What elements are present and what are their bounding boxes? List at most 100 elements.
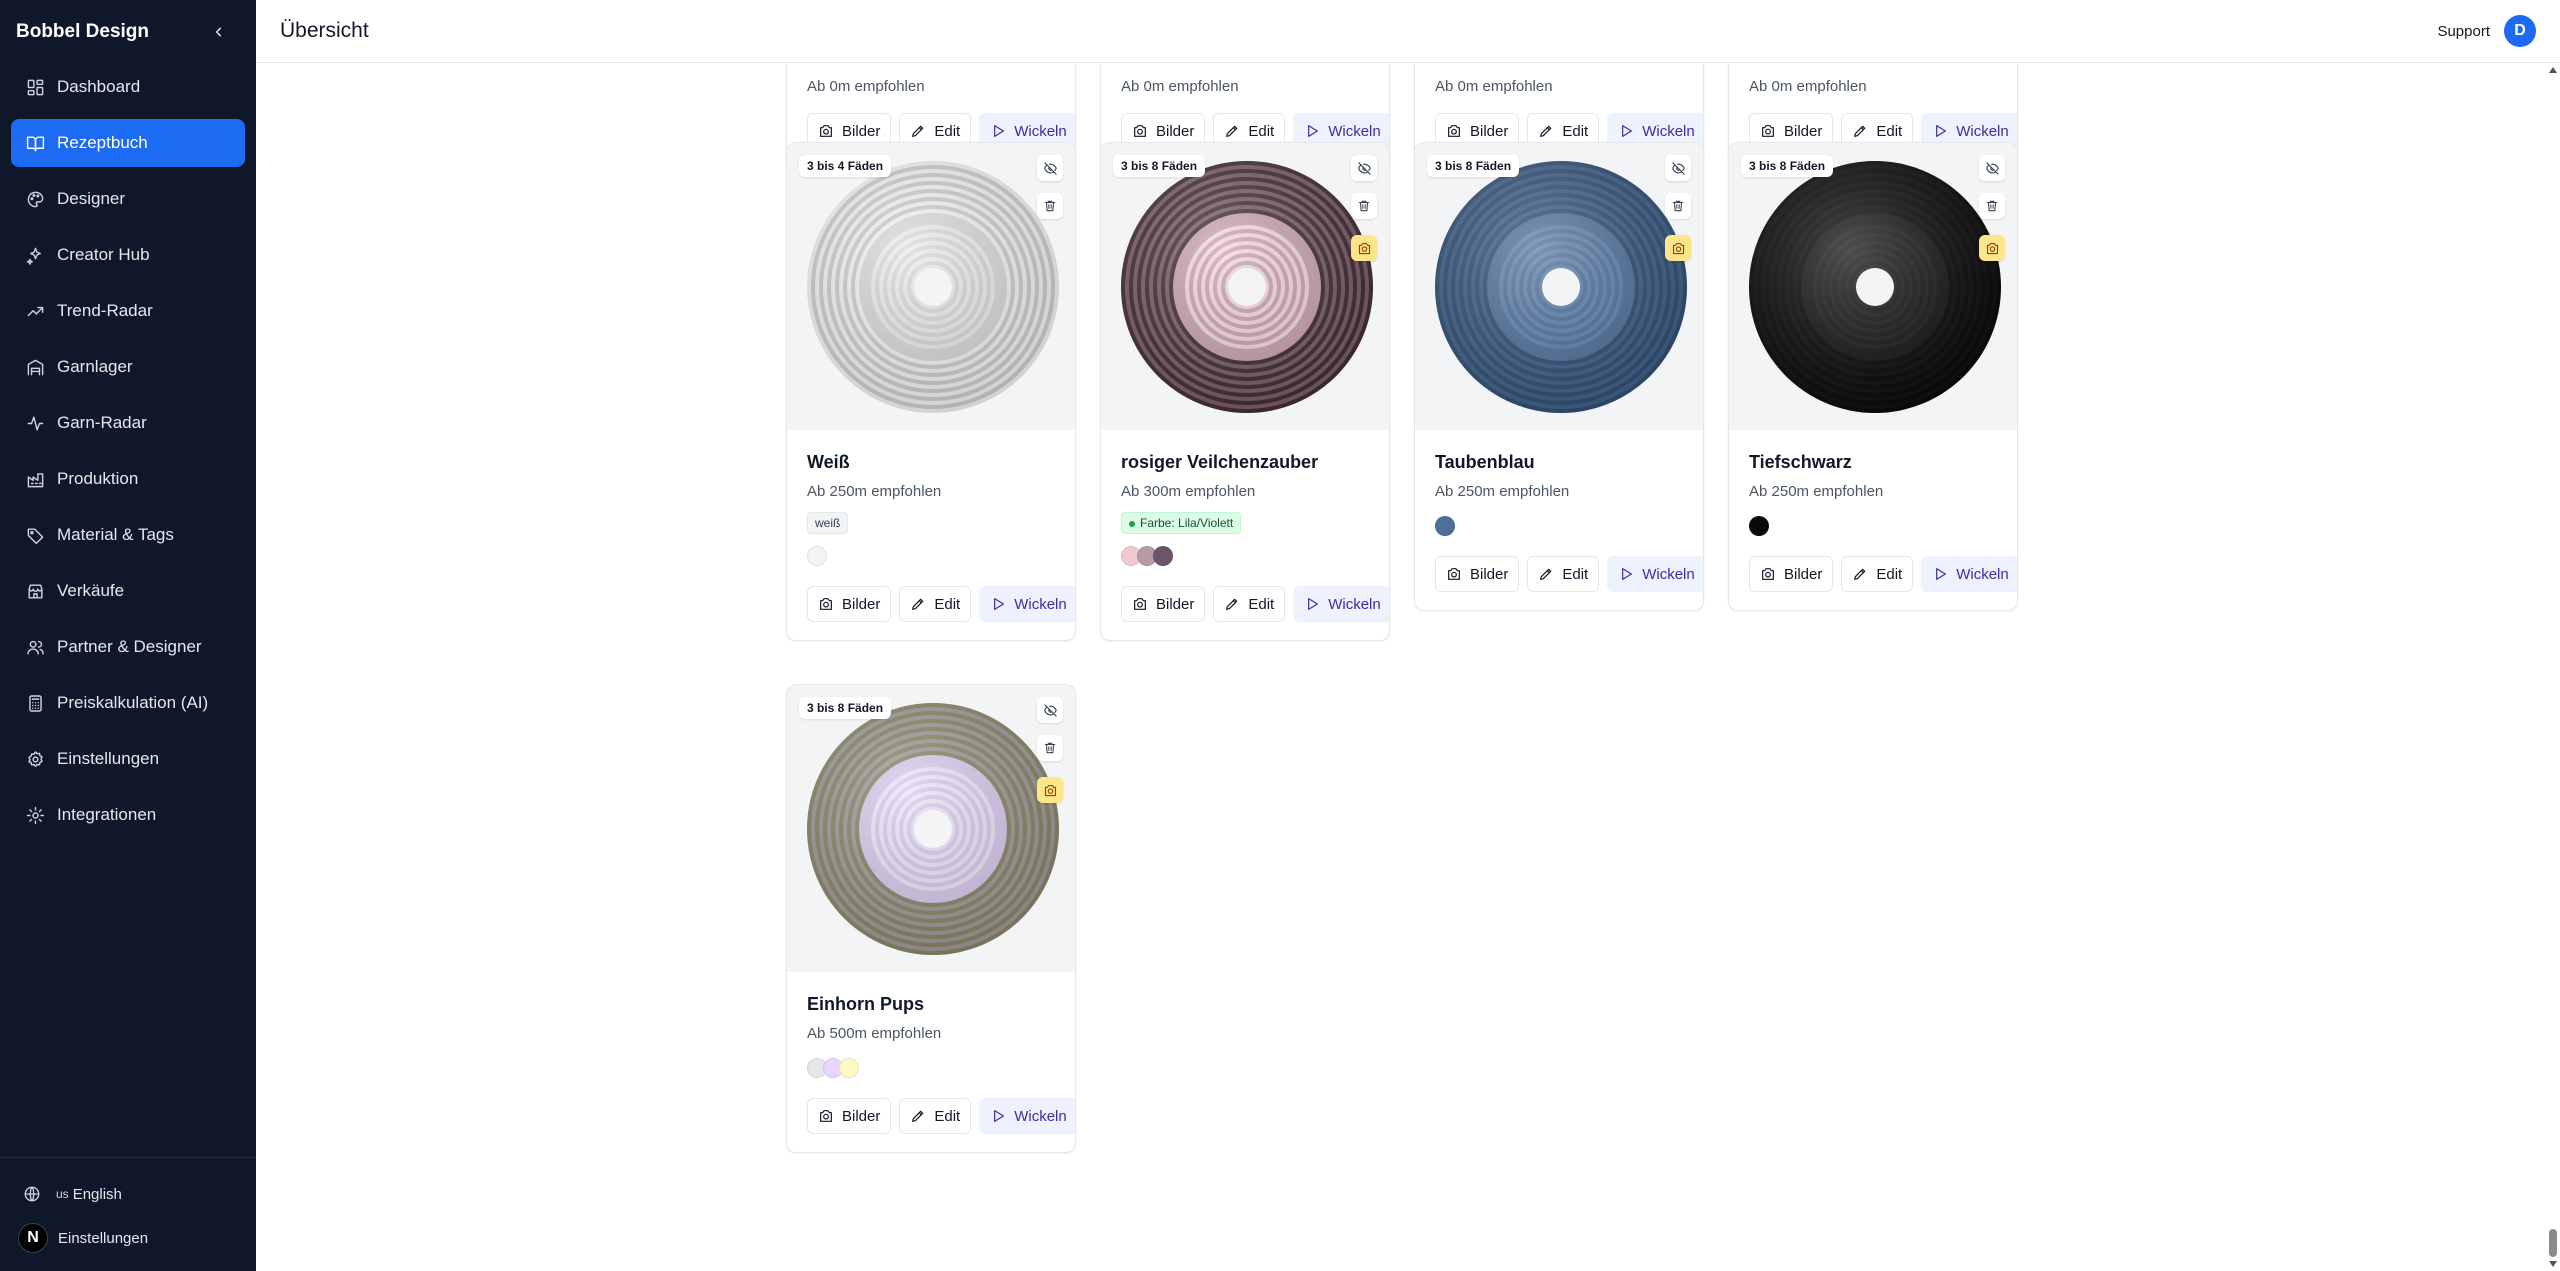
card-actions: Bilder Edit Wickeln [1435,556,1703,592]
trash-icon [1671,199,1685,213]
dashboard-icon [25,77,45,97]
sidebar-item-trend-radar[interactable]: Trend-Radar [11,287,245,335]
support-link[interactable]: Support [2437,23,2490,40]
sidebar-item-garn-radar[interactable]: Garn-Radar [11,399,245,447]
recipe-name: Taubenblau [1435,452,1535,472]
footer-settings-label: Einstellungen [58,1229,149,1247]
scroll-up-arrow-icon[interactable] [2549,67,2557,73]
sidebar-item-label: Garnlager [57,357,133,376]
sidebar-item-rezeptbuch[interactable]: Rezeptbuch [11,119,245,167]
sidebar-item-garnlager[interactable]: Garnlager [11,343,245,391]
images-button-label: Bilder [1784,565,1823,583]
images-button[interactable]: Bilder [1435,556,1520,592]
account-avatar[interactable]: D [2504,15,2536,47]
trash-icon [1043,199,1057,213]
collapse-sidebar-button[interactable] [208,21,230,43]
play-icon [990,123,1006,139]
edit-button[interactable]: Edit [899,1098,972,1134]
card-actions: Bilder Edit Wickeln [807,1098,1075,1134]
hide-button[interactable] [1037,697,1063,723]
edit-button-label: Edit [1562,122,1589,140]
trash-icon [1043,741,1057,755]
wind-button[interactable]: Wickeln [1607,556,1703,592]
pencil-icon [1852,123,1868,139]
trending-up-icon [25,301,45,321]
recipe-card: 3 bis 8 Fäden Taubenblau Ab 250m empfohl… [1414,142,1704,611]
card-image-area[interactable]: 3 bis 4 Fäden [787,143,1075,430]
images-button-label: Bilder [1156,595,1195,613]
pencil-icon [1538,566,1554,582]
edit-button-label: Edit [934,122,961,140]
wind-button-label: Wickeln [1014,1107,1067,1125]
card-image-area[interactable]: 3 bis 8 Fäden [787,685,1075,972]
sidebar-item-produktion[interactable]: Produktion [11,455,245,503]
pencil-icon [1538,123,1554,139]
delete-button[interactable] [1979,193,2005,219]
sidebar-item-verkäufe[interactable]: Verkäufe [11,567,245,615]
sidebar-item-designer[interactable]: Designer [11,175,245,223]
card-image-area[interactable]: 3 bis 8 Fäden [1101,143,1389,430]
delete-button[interactable] [1037,735,1063,761]
edit-button[interactable]: Edit [1527,556,1600,592]
delete-button[interactable] [1037,193,1063,219]
trash-icon [1985,199,1999,213]
photo-button[interactable] [1979,235,2005,261]
scrollbar[interactable] [2546,63,2560,1271]
hide-button[interactable] [1037,155,1063,181]
wind-button[interactable]: Wickeln [979,586,1075,622]
images-button[interactable]: Bilder [1121,586,1206,622]
card-image-area[interactable]: 3 bis 8 Fäden [1415,143,1703,430]
edit-button-label: Edit [1562,565,1589,583]
pencil-icon [1224,596,1240,612]
edit-button[interactable]: Edit [899,586,972,622]
wind-button[interactable]: Wickeln [979,1098,1075,1134]
wind-button[interactable]: Wickeln [1293,586,1389,622]
sidebar-item-integrationen[interactable]: Integrationen [11,791,245,839]
edit-button[interactable]: Edit [1841,556,1914,592]
images-button[interactable]: Bilder [1749,556,1834,592]
camera-icon [818,1108,834,1124]
play-icon [1932,566,1948,582]
scroll-down-arrow-icon[interactable] [2549,1261,2557,1267]
sidebar-item-label: Rezeptbuch [57,133,148,152]
sidebar-item-label: Einstellungen [57,749,160,768]
card-actions: Bilder Edit Wickeln [1121,586,1389,622]
sidebar-item-material-tags[interactable]: Material & Tags [11,511,245,559]
wind-button-label: Wickeln [1642,122,1695,140]
images-button-label: Bilder [1470,565,1509,583]
color-swatches [1121,546,1369,568]
recipe-grid: Ab 0m empfohlen Bilder Edit Wickeln Ab 0… [256,63,2546,1271]
scroll-thumb[interactable] [2549,1229,2557,1257]
photo-button[interactable] [1665,235,1691,261]
hide-button[interactable] [1351,155,1377,181]
edit-button[interactable]: Edit [1213,586,1286,622]
play-icon [1304,123,1320,139]
photo-button[interactable] [1037,777,1063,803]
sidebar-item-einstellungen[interactable]: Einstellungen [11,735,245,783]
recommended-length: Ab 250m empfohlen [1749,483,1884,500]
sidebar-item-dashboard[interactable]: Dashboard [11,63,245,111]
footer-settings[interactable]: N Einstellungen [0,1216,256,1260]
eye-off-icon [1985,161,2000,176]
camera-icon [1043,783,1058,798]
recipe-name: Einhorn Pups [807,994,924,1014]
sidebar-item-label: Garn-Radar [57,413,147,432]
sidebar-item-partner-designer[interactable]: Partner & Designer [11,623,245,671]
images-button[interactable]: Bilder [807,1098,892,1134]
warehouse-icon [25,357,45,377]
language-switcher[interactable]: us English [0,1172,256,1216]
delete-button[interactable] [1351,193,1377,219]
wind-button[interactable]: Wickeln [1921,556,2017,592]
photo-button[interactable] [1351,235,1377,261]
edit-button-label: Edit [934,595,961,613]
card-image-area[interactable]: 3 bis 8 Fäden [1729,143,2017,430]
images-button-label: Bilder [1784,122,1823,140]
eye-off-icon [1357,161,1372,176]
hide-button[interactable] [1665,155,1691,181]
images-button[interactable]: Bilder [807,586,892,622]
color-swatch [1749,516,1769,536]
delete-button[interactable] [1665,193,1691,219]
sidebar-item-preiskalkulation-ai[interactable]: Preiskalkulation (AI) [11,679,245,727]
sidebar-item-creator-hub[interactable]: Creator Hub [11,231,245,279]
hide-button[interactable] [1979,155,2005,181]
